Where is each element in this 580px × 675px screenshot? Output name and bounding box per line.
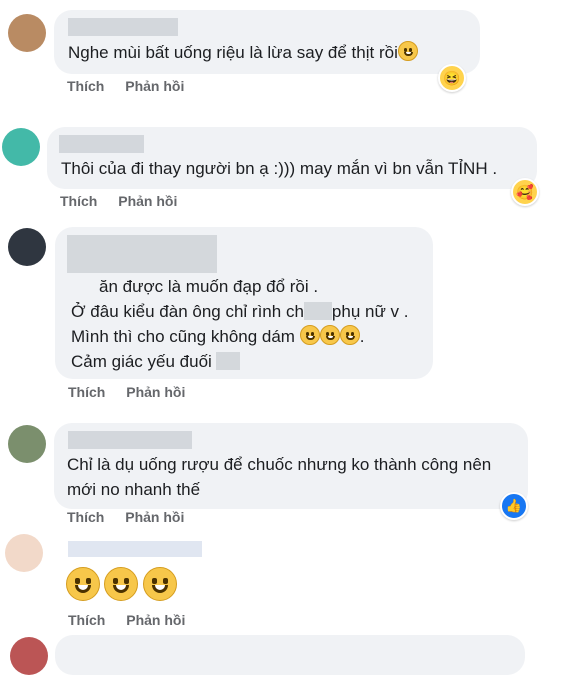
comment-bubble: Thôi của đi thay người bn ạ :))) may mắn… xyxy=(47,127,537,189)
comment-actions: Thích Phản hồi xyxy=(67,509,201,525)
avatar[interactable] xyxy=(8,228,46,266)
blurred-commenter-name xyxy=(59,135,144,153)
care-icon[interactable]: 🥰 xyxy=(511,178,539,206)
blurred-commenter-name xyxy=(68,541,202,557)
grin-emoji-icon xyxy=(66,567,100,601)
reply-action[interactable]: Phản hồi xyxy=(126,612,185,628)
haha-icon[interactable]: 😆 xyxy=(438,64,466,92)
pleading-emoji-icon xyxy=(339,325,360,345)
next-comment-partial xyxy=(0,635,580,675)
comment-5: Thích Phản hồi xyxy=(0,528,580,628)
comment-3: ăn được là muốn đạp đổ rồi . Ở đâu kiểu … xyxy=(0,220,580,410)
comment-text: Thôi của đi thay người bn ạ :))) may mắn… xyxy=(61,159,498,178)
avatar[interactable] xyxy=(2,128,40,166)
blurred-commenter-name xyxy=(67,235,217,273)
comment-4: Chỉ là dụ uống rượu để chuốc nhưng ko th… xyxy=(0,410,580,528)
comment-actions: Thích Phản hồi xyxy=(60,193,194,209)
comment-1: Nghe mùi bất uống riệu là lừa say để thị… xyxy=(0,0,580,110)
avatar[interactable] xyxy=(8,425,46,463)
blurred-commenter-name xyxy=(68,431,192,449)
comment-text-line-1: Chỉ là dụ uống rượu để chuốc nhưng ko th… xyxy=(67,455,492,474)
comment-text-line-1: ăn được là muốn đạp đổ rồi . xyxy=(99,277,319,296)
like-icon[interactable]: 👍 xyxy=(500,492,528,520)
comment-text: Nghe mùi bất uống riệu là lừa say để thị… xyxy=(68,41,418,65)
grin-emoji-icon xyxy=(142,567,177,601)
comment-text-line-3: Mình thì cho cũng không dám . xyxy=(71,325,365,346)
pleading-emoji-icon xyxy=(299,325,320,345)
comment-2: Thôi của đi thay người bn ạ :))) may mắn… xyxy=(0,110,580,220)
comment-actions: Thích Phản hồi xyxy=(67,78,201,94)
avatar[interactable] xyxy=(8,14,46,52)
like-action[interactable]: Thích xyxy=(67,509,104,525)
blurred-commenter-name xyxy=(68,18,178,36)
reply-action[interactable]: Phản hồi xyxy=(126,384,185,400)
comment-bubble xyxy=(55,635,525,675)
comment-text-line-4: Cảm giác yếu đuối xyxy=(71,350,240,374)
avatar[interactable] xyxy=(5,534,43,572)
pleading-emoji-icon xyxy=(319,325,340,345)
comment-actions: Thích Phản hồi xyxy=(68,612,202,628)
comment-text-line-2: mới no nhanh thế xyxy=(67,480,201,499)
reply-action[interactable]: Phản hồi xyxy=(118,193,177,209)
like-action[interactable]: Thích xyxy=(68,612,105,628)
like-action[interactable]: Thích xyxy=(67,78,104,94)
comment-actions: Thích Phản hồi xyxy=(68,384,202,400)
emoji-reaction-message xyxy=(66,567,177,603)
grin-emoji-icon xyxy=(397,41,418,61)
like-action[interactable]: Thích xyxy=(68,384,105,400)
reply-action[interactable]: Phản hồi xyxy=(125,78,184,94)
comment-bubble: ăn được là muốn đạp đổ rồi . Ở đâu kiểu … xyxy=(55,227,433,379)
reply-action[interactable]: Phản hồi xyxy=(125,509,184,525)
comment-bubble: Chỉ là dụ uống rượu để chuốc nhưng ko th… xyxy=(54,423,528,509)
grin-emoji-icon xyxy=(104,567,139,601)
comment-text-line-2: Ở đâu kiểu đàn ông chỉ rình ch phụ nữ v . xyxy=(71,302,409,321)
avatar[interactable] xyxy=(10,637,48,675)
comment-bubble: Nghe mùi bất uống riệu là lừa say để thị… xyxy=(54,10,480,74)
like-action[interactable]: Thích xyxy=(60,193,97,209)
